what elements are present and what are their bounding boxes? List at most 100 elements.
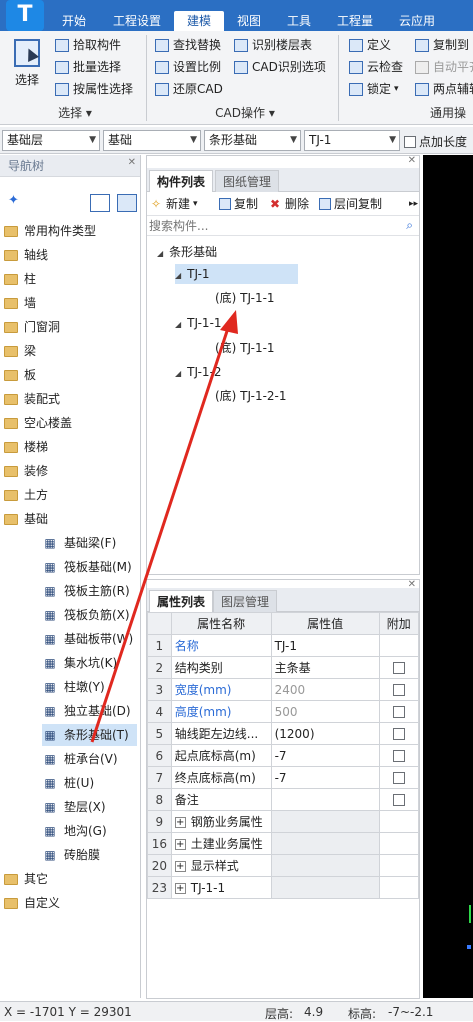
nav-foundation-item[interactable]: ▦ 筏板负筋(X) — [42, 604, 129, 626]
tab-layer-management[interactable]: 图层管理 — [213, 590, 278, 612]
tree-leaf[interactable]: (底) TJ-1-1 — [215, 288, 275, 308]
auto-align-button[interactable]: 自动平齐 — [415, 57, 473, 77]
table-row[interactable]: 20 + 显示样式 — [147, 854, 420, 877]
property-value-cell[interactable] — [270, 788, 380, 811]
nav-folder-item[interactable]: 装修 — [4, 460, 48, 482]
drawing-canvas[interactable] — [423, 155, 473, 998]
nav-foundation-item[interactable]: ▦ 柱墩(Y) — [42, 676, 104, 698]
table-row[interactable]: 2 结构类别 主条基 — [147, 656, 420, 679]
nav-foundation-item[interactable]: ▦ 基础梁(F) — [42, 532, 116, 554]
table-row[interactable]: 7 终点底标高(m) -7 — [147, 766, 420, 789]
component-select[interactable]: TJ-1 ▼ — [304, 130, 400, 151]
new-button[interactable]: ✧ 新建 ▾ — [151, 195, 198, 213]
checkbox-icon[interactable] — [392, 794, 405, 806]
table-row[interactable]: 16 + 土建业务属性 — [147, 832, 420, 855]
nav-foundation-item[interactable]: ▦ 筏板基础(M) — [42, 556, 131, 578]
sparkle-icon[interactable]: ✦ — [8, 193, 19, 208]
tab-tools[interactable]: 工具 — [287, 11, 311, 31]
table-row[interactable]: 4 高度(mm) 500 — [147, 700, 420, 723]
nav-foundation-item[interactable]: ▦ 独立基础(D) — [42, 700, 130, 722]
collapse-icon[interactable]: ◢ — [175, 369, 181, 378]
property-value-cell[interactable]: 2400 — [270, 678, 380, 701]
property-value-cell[interactable] — [270, 854, 380, 877]
collapse-icon[interactable]: ◢ — [175, 320, 181, 329]
checkbox-icon[interactable] — [392, 706, 405, 718]
select-big-button[interactable]: 选择 — [8, 37, 46, 97]
table-row[interactable]: 6 起点底标高(m) -7 — [147, 744, 420, 767]
tab-start[interactable]: 开始 — [62, 11, 86, 31]
property-value-cell[interactable]: -7 — [270, 744, 380, 767]
copy-to-button[interactable]: 复制到 — [415, 35, 469, 55]
table-row[interactable]: 9 + 钢筋业务属性 — [147, 810, 420, 833]
select-by-property-button[interactable]: 按属性选择 — [55, 79, 133, 99]
nav-folder-item[interactable]: 门窗洞 — [4, 316, 60, 338]
floor-copy-button[interactable]: 层间复制 — [319, 195, 382, 213]
tab-quantities[interactable]: 工程量 — [337, 11, 373, 31]
nav-foundation-item[interactable]: ▦ 垫层(X) — [42, 796, 105, 818]
table-row[interactable]: 23 + TJ-1-1 — [147, 876, 420, 899]
nav-folder-item[interactable]: 常用构件类型 — [4, 220, 96, 242]
list-view-icon[interactable] — [90, 194, 110, 212]
more-icon[interactable]: ▸▸ — [409, 195, 418, 213]
table-row[interactable]: 3 宽度(mm) 2400 — [147, 678, 420, 701]
nav-folder-item[interactable]: 柱 — [4, 268, 36, 290]
property-value-cell[interactable]: (1200) — [270, 722, 380, 745]
cad-identify-options-button[interactable]: CAD识别选项 — [234, 57, 326, 77]
identify-floor-table-button[interactable]: 识别楼层表 — [234, 35, 312, 55]
grid-view-icon[interactable] — [117, 194, 137, 212]
nav-foundation-item[interactable]: ▦ 基础板带(W) — [42, 628, 133, 650]
search-input[interactable] — [149, 217, 399, 234]
batch-select-button[interactable]: 批量选择 — [55, 57, 121, 77]
cad-group-label[interactable]: CAD操作 ▾ — [190, 104, 300, 122]
restore-cad-button[interactable]: 还原CAD — [155, 79, 223, 99]
nav-folder-item[interactable]: 基础 — [4, 508, 48, 530]
nav-folder-item[interactable]: 梁 — [4, 340, 36, 362]
expand-icon[interactable]: + — [174, 839, 186, 850]
set-scale-button[interactable]: 设置比例 — [155, 57, 221, 77]
close-icon[interactable]: ✕ — [408, 155, 416, 166]
nav-foundation-item[interactable]: ▦ 桩(U) — [42, 772, 94, 794]
tree-root[interactable]: ◢ 条形基础 — [157, 242, 217, 262]
property-value-cell[interactable]: TJ-1 — [270, 634, 380, 657]
nav-foundation-item[interactable]: ▦ 筏板主筋(R) — [42, 580, 129, 602]
cloud-check-button[interactable]: 云检查 — [349, 57, 403, 77]
add-length-checkbox[interactable]: 点加长度 — [404, 133, 467, 150]
pick-component-button[interactable]: 拾取构件 — [55, 35, 121, 55]
checkbox-icon[interactable] — [392, 750, 405, 762]
table-row[interactable]: 5 轴线距左边线... (1200) — [147, 722, 420, 745]
expand-icon[interactable]: + — [174, 817, 186, 828]
collapse-icon[interactable]: ◢ — [157, 249, 163, 258]
collapse-icon[interactable]: ◢ — [175, 271, 181, 280]
type-select[interactable]: 条形基础 ▼ — [204, 130, 301, 151]
nav-folder-item[interactable]: 轴线 — [4, 244, 48, 266]
nav-foundation-item[interactable]: ▦ 地沟(G) — [42, 820, 106, 842]
nav-foundation-item[interactable]: ▦ 集水坑(K) — [42, 652, 117, 674]
nav-folder-item[interactable]: 墙 — [4, 292, 36, 314]
common-group-label[interactable]: 通用操 — [430, 104, 473, 122]
nav-folder-item[interactable]: 自定义 — [4, 892, 60, 914]
find-replace-button[interactable]: 查找替换 — [155, 35, 221, 55]
property-value-cell[interactable]: -7 — [270, 766, 380, 789]
nav-folder-item[interactable]: 土方 — [4, 484, 48, 506]
tree-leaf[interactable]: (底) TJ-1-2-1 — [215, 386, 287, 406]
property-value-cell[interactable] — [270, 832, 380, 855]
property-value-cell[interactable]: 主条基 — [270, 656, 380, 679]
tab-project-settings[interactable]: 工程设置 — [113, 11, 161, 31]
tab-modeling[interactable]: 建模 — [174, 11, 224, 31]
property-value-cell[interactable]: 500 — [270, 700, 380, 723]
table-row[interactable]: 8 备注 — [147, 788, 420, 811]
tree-node-tj-1-2[interactable]: ◢ TJ-1-2 — [175, 362, 222, 382]
checkbox-icon[interactable] — [392, 728, 405, 740]
nav-folder-item[interactable]: 楼梯 — [4, 436, 48, 458]
nav-folder-item[interactable]: 板 — [4, 364, 36, 386]
tree-node-tj-1-1[interactable]: ◢ TJ-1-1 — [175, 313, 222, 333]
tab-view[interactable]: 视图 — [237, 11, 261, 31]
property-value-cell[interactable] — [270, 810, 380, 833]
nav-foundation-item[interactable]: ▦ 桩承台(V) — [42, 748, 117, 770]
copy-button[interactable]: 复制 — [219, 195, 258, 213]
floor-select[interactable]: 基础层 ▼ — [2, 130, 100, 151]
tab-cloud[interactable]: 云应用 — [399, 11, 435, 31]
tab-drawing-management[interactable]: 图纸管理 — [215, 170, 280, 192]
define-button[interactable]: 定义 — [349, 35, 391, 55]
tab-property-list[interactable]: 属性列表 — [149, 590, 214, 612]
